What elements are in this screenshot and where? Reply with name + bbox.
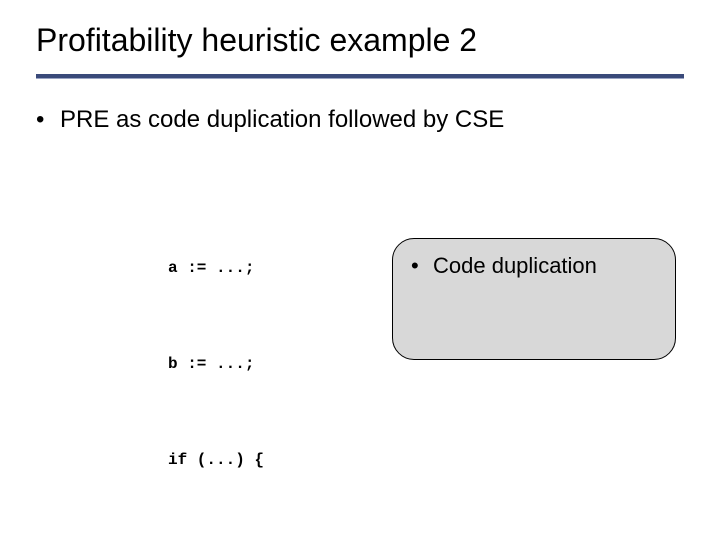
code-block: a := ...; b := ...; if (...) { a := ...;… — [168, 188, 302, 540]
callout-box: • Code duplication — [392, 238, 676, 360]
bullet-item-1: • PRE as code duplication followed by CS… — [36, 106, 504, 134]
bullet-icon: • — [411, 253, 433, 279]
bullet-text-1: PRE as code duplication followed by CSE — [60, 106, 504, 134]
code-line: if (...) { — [168, 444, 302, 476]
code-line: b := ...; — [168, 348, 302, 380]
callout-text-1: Code duplication — [433, 253, 597, 279]
slide: Profitability heuristic example 2 • PRE … — [0, 0, 720, 540]
bullet-icon: • — [36, 106, 60, 134]
code-line: a := ...; — [168, 252, 302, 284]
title-rule — [36, 74, 684, 79]
callout-item-1: • Code duplication — [411, 253, 657, 279]
page-title: Profitability heuristic example 2 — [36, 22, 477, 59]
